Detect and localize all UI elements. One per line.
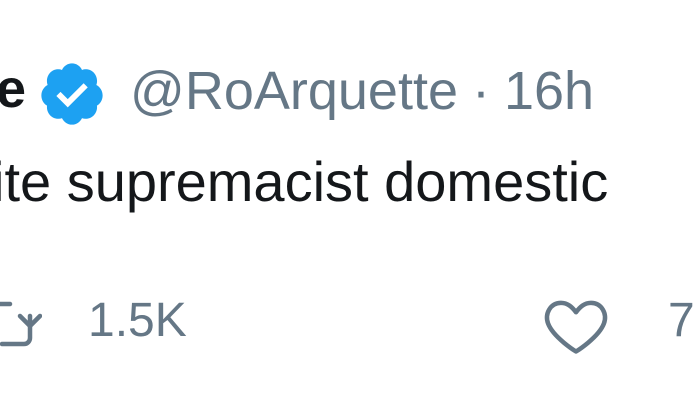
author-handle[interactable]: @RoArquette (130, 61, 458, 121)
heart-icon[interactable] (540, 290, 612, 362)
retweet-icon[interactable] (0, 288, 43, 360)
tweet-timestamp[interactable]: 16h (504, 61, 594, 121)
tweet-meta: @RoArquette · 16h (130, 64, 594, 118)
verified-badge-icon (37, 59, 107, 129)
like-count: 7 (668, 294, 695, 347)
meta-separator: · (471, 61, 490, 121)
retweet-count: 1.5K (88, 294, 187, 347)
tweet-text: ite supremacist domestic (0, 150, 609, 213)
tweet-card: e @RoArquette · 16h ite supremacist domest… (0, 0, 700, 400)
author-name[interactable]: e (0, 62, 26, 116)
